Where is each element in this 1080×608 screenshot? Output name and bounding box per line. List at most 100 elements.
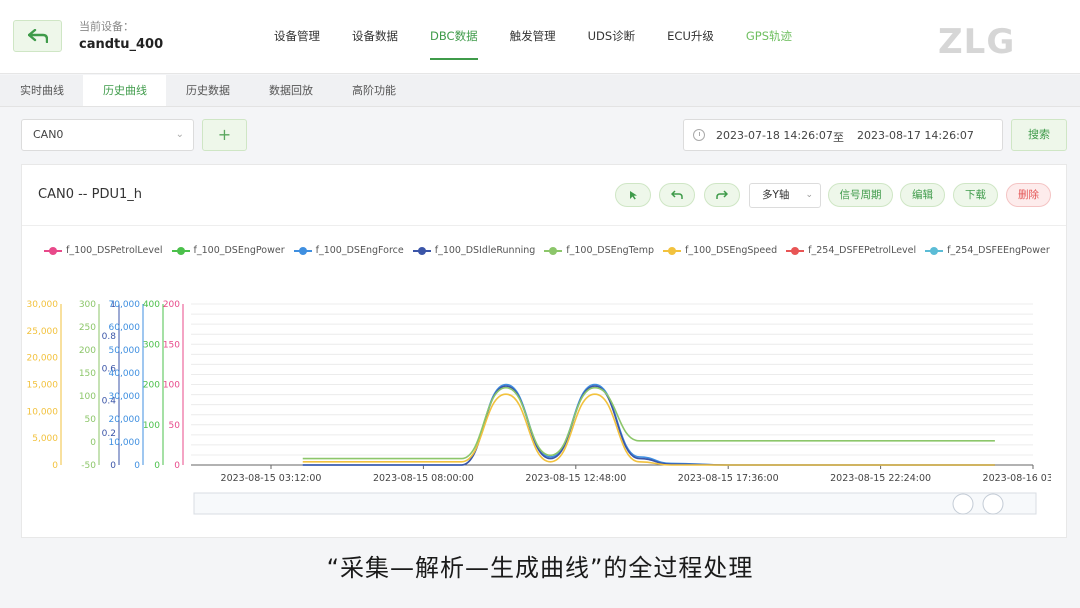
- legend-label: f_100_DSIdleRunning: [434, 245, 536, 256]
- legend-label: f_254_DSFEEngPower: [947, 245, 1050, 256]
- legend-item[interactable]: f_254_DSFEEngPower: [925, 245, 1050, 256]
- y-tick-label: 60,000: [109, 323, 141, 333]
- back-arrow-icon: [27, 29, 48, 43]
- legend-item[interactable]: f_100_DSPetrolLevel: [44, 245, 163, 256]
- legend-item[interactable]: f_100_DSEngPower: [171, 245, 285, 256]
- redo-button[interactable]: [704, 183, 740, 207]
- nav-device-data[interactable]: 设备数据: [352, 28, 398, 52]
- nav-device-management[interactable]: 设备管理: [274, 28, 320, 52]
- legend-marker: [44, 246, 62, 255]
- zoom-handle-right[interactable]: [982, 493, 1004, 515]
- sub-tabs: 实时曲线 历史曲线 历史数据 数据回放 高阶功能: [0, 75, 1080, 107]
- y-tick-label: 20,000: [27, 354, 59, 364]
- y-tick-label: 100: [79, 392, 96, 402]
- y-tick-label: 15,000: [27, 381, 59, 391]
- chevron-down-icon: ⌄: [175, 129, 184, 140]
- y-tick-label: 100: [143, 421, 160, 431]
- y-tick-label: 0: [52, 461, 58, 471]
- nav-uds-diagnostics[interactable]: UDS诊断: [588, 28, 636, 52]
- legend-marker: [925, 246, 944, 255]
- legend-item[interactable]: f_100_DSIdleRunning: [412, 245, 536, 256]
- legend-label: f_100_DSEngSpeed: [685, 245, 778, 256]
- y-tick-label: 50: [169, 421, 181, 431]
- legend-marker: [663, 246, 681, 255]
- date-separator: 至: [833, 131, 844, 144]
- y-tick-label: 150: [163, 340, 180, 350]
- y-tick-label: 50: [85, 415, 97, 425]
- y-tick-label: 150: [79, 369, 96, 379]
- legend-label: f_100_DSPetrolLevel: [66, 245, 163, 256]
- y-tick-label: 0: [174, 461, 180, 471]
- legend-item[interactable]: f_100_DSEngForce: [293, 245, 404, 256]
- legend-marker: [171, 246, 190, 255]
- undo-button[interactable]: [659, 183, 695, 207]
- legend-label: f_254_DSFEPetrolLevel: [808, 245, 917, 256]
- back-button[interactable]: [13, 20, 62, 52]
- date-end: 2023-08-17 14:26:07: [857, 129, 974, 142]
- delete-button[interactable]: 删除: [1006, 183, 1051, 207]
- download-button[interactable]: 下载: [953, 183, 998, 207]
- zlg-logo: ZLG: [938, 22, 1016, 62]
- device-name: candtu_400: [79, 37, 164, 52]
- y-tick-label: -50: [81, 461, 96, 471]
- y-axis-mode-value: 多Y轴: [762, 189, 790, 201]
- legend-item[interactable]: f_100_DSEngTemp: [544, 245, 654, 256]
- legend-label: f_100_DSEngPower: [193, 245, 285, 256]
- legend-label: f_100_DSEngTemp: [566, 245, 654, 256]
- card-title: CAN0 -- PDU1_h: [38, 187, 142, 202]
- date-start: 2023-07-18 14:26:07: [716, 129, 833, 142]
- y-tick-label: 200: [143, 381, 160, 391]
- y-tick-label: 50,000: [109, 346, 141, 356]
- clock-icon: [693, 129, 705, 141]
- signal-period-button[interactable]: 信号周期: [828, 183, 893, 207]
- y-tick-label: 30,000: [27, 300, 59, 310]
- nav-dbc-data[interactable]: DBC数据: [430, 28, 478, 60]
- legend-label: f_100_DSEngForce: [315, 245, 404, 256]
- legend-item[interactable]: f_254_DSFEPetrolLevel: [786, 245, 916, 256]
- y-tick-label: 10,000: [27, 407, 59, 417]
- legend-marker: [412, 246, 431, 255]
- search-button[interactable]: 搜索: [1011, 119, 1067, 151]
- nav-ecu-upgrade[interactable]: ECU升级: [667, 28, 714, 52]
- y-tick-label: 0: [110, 461, 116, 471]
- device-label: 当前设备：: [79, 20, 134, 33]
- y-tick-label: 300: [143, 340, 160, 350]
- y-tick-label: 200: [79, 346, 96, 356]
- cursor-icon: [630, 191, 637, 200]
- legend-item[interactable]: f_100_DSEngSpeed: [663, 245, 777, 256]
- nav-trigger-management[interactable]: 触发管理: [510, 28, 556, 52]
- legend-marker: [786, 246, 805, 255]
- edit-button[interactable]: 编辑: [900, 183, 945, 207]
- tab-advanced-functions[interactable]: 高阶功能: [332, 75, 415, 106]
- channel-select[interactable]: CAN0 ⌄: [21, 119, 194, 151]
- y-tick-label: 300: [79, 300, 96, 310]
- tab-history-curve[interactable]: 历史曲线: [83, 75, 166, 106]
- zoom-slider-track: [193, 492, 1037, 515]
- y-tick-label: 20,000: [109, 415, 141, 425]
- undo-icon: [670, 190, 683, 199]
- top-bar: 当前设备： candtu_400 设备管理 设备数据 DBC数据 触发管理 UD…: [0, 0, 1080, 74]
- series-line: [302, 385, 995, 466]
- y-tick-label: 400: [143, 300, 160, 310]
- x-tick-label: 2023-08-15 17:36:00: [678, 473, 779, 484]
- tab-history-data[interactable]: 历史数据: [166, 75, 249, 106]
- chart-plot: 0 5,000 10,000 15,000 20,000 25,000 30,000 -50 0…: [27, 300, 1051, 515]
- nav-gps-track[interactable]: GPS轨迹: [746, 28, 792, 52]
- tab-realtime-curve[interactable]: 实时曲线: [0, 75, 83, 106]
- zoom-handle-left[interactable]: [952, 493, 974, 515]
- select-tool-button[interactable]: [615, 183, 651, 207]
- y-tick-label: 5,000: [32, 434, 58, 444]
- main-nav: 设备管理 设备数据 DBC数据 触发管理 UDS诊断 ECU升级 GPS轨迹: [274, 28, 824, 60]
- y-axis-mode-select[interactable]: 多Y轴 ⌄: [749, 183, 821, 208]
- add-button[interactable]: +: [202, 119, 247, 151]
- date-range-picker[interactable]: 2023-07-18 14:26:07 至 2023-08-17 14:26:0…: [683, 119, 1003, 151]
- channel-value: CAN0: [33, 128, 64, 141]
- redo-icon: [716, 190, 729, 199]
- y-tick-label: 250: [79, 323, 96, 333]
- legend-marker: [293, 246, 312, 255]
- video-caption: “采集—解析—生成曲线”的全过程处理: [326, 554, 754, 582]
- y-tick-label: 0: [134, 461, 140, 471]
- tab-data-playback[interactable]: 数据回放: [249, 75, 332, 106]
- legend-marker: [544, 246, 563, 255]
- y-tick-label: 0.8: [102, 332, 117, 342]
